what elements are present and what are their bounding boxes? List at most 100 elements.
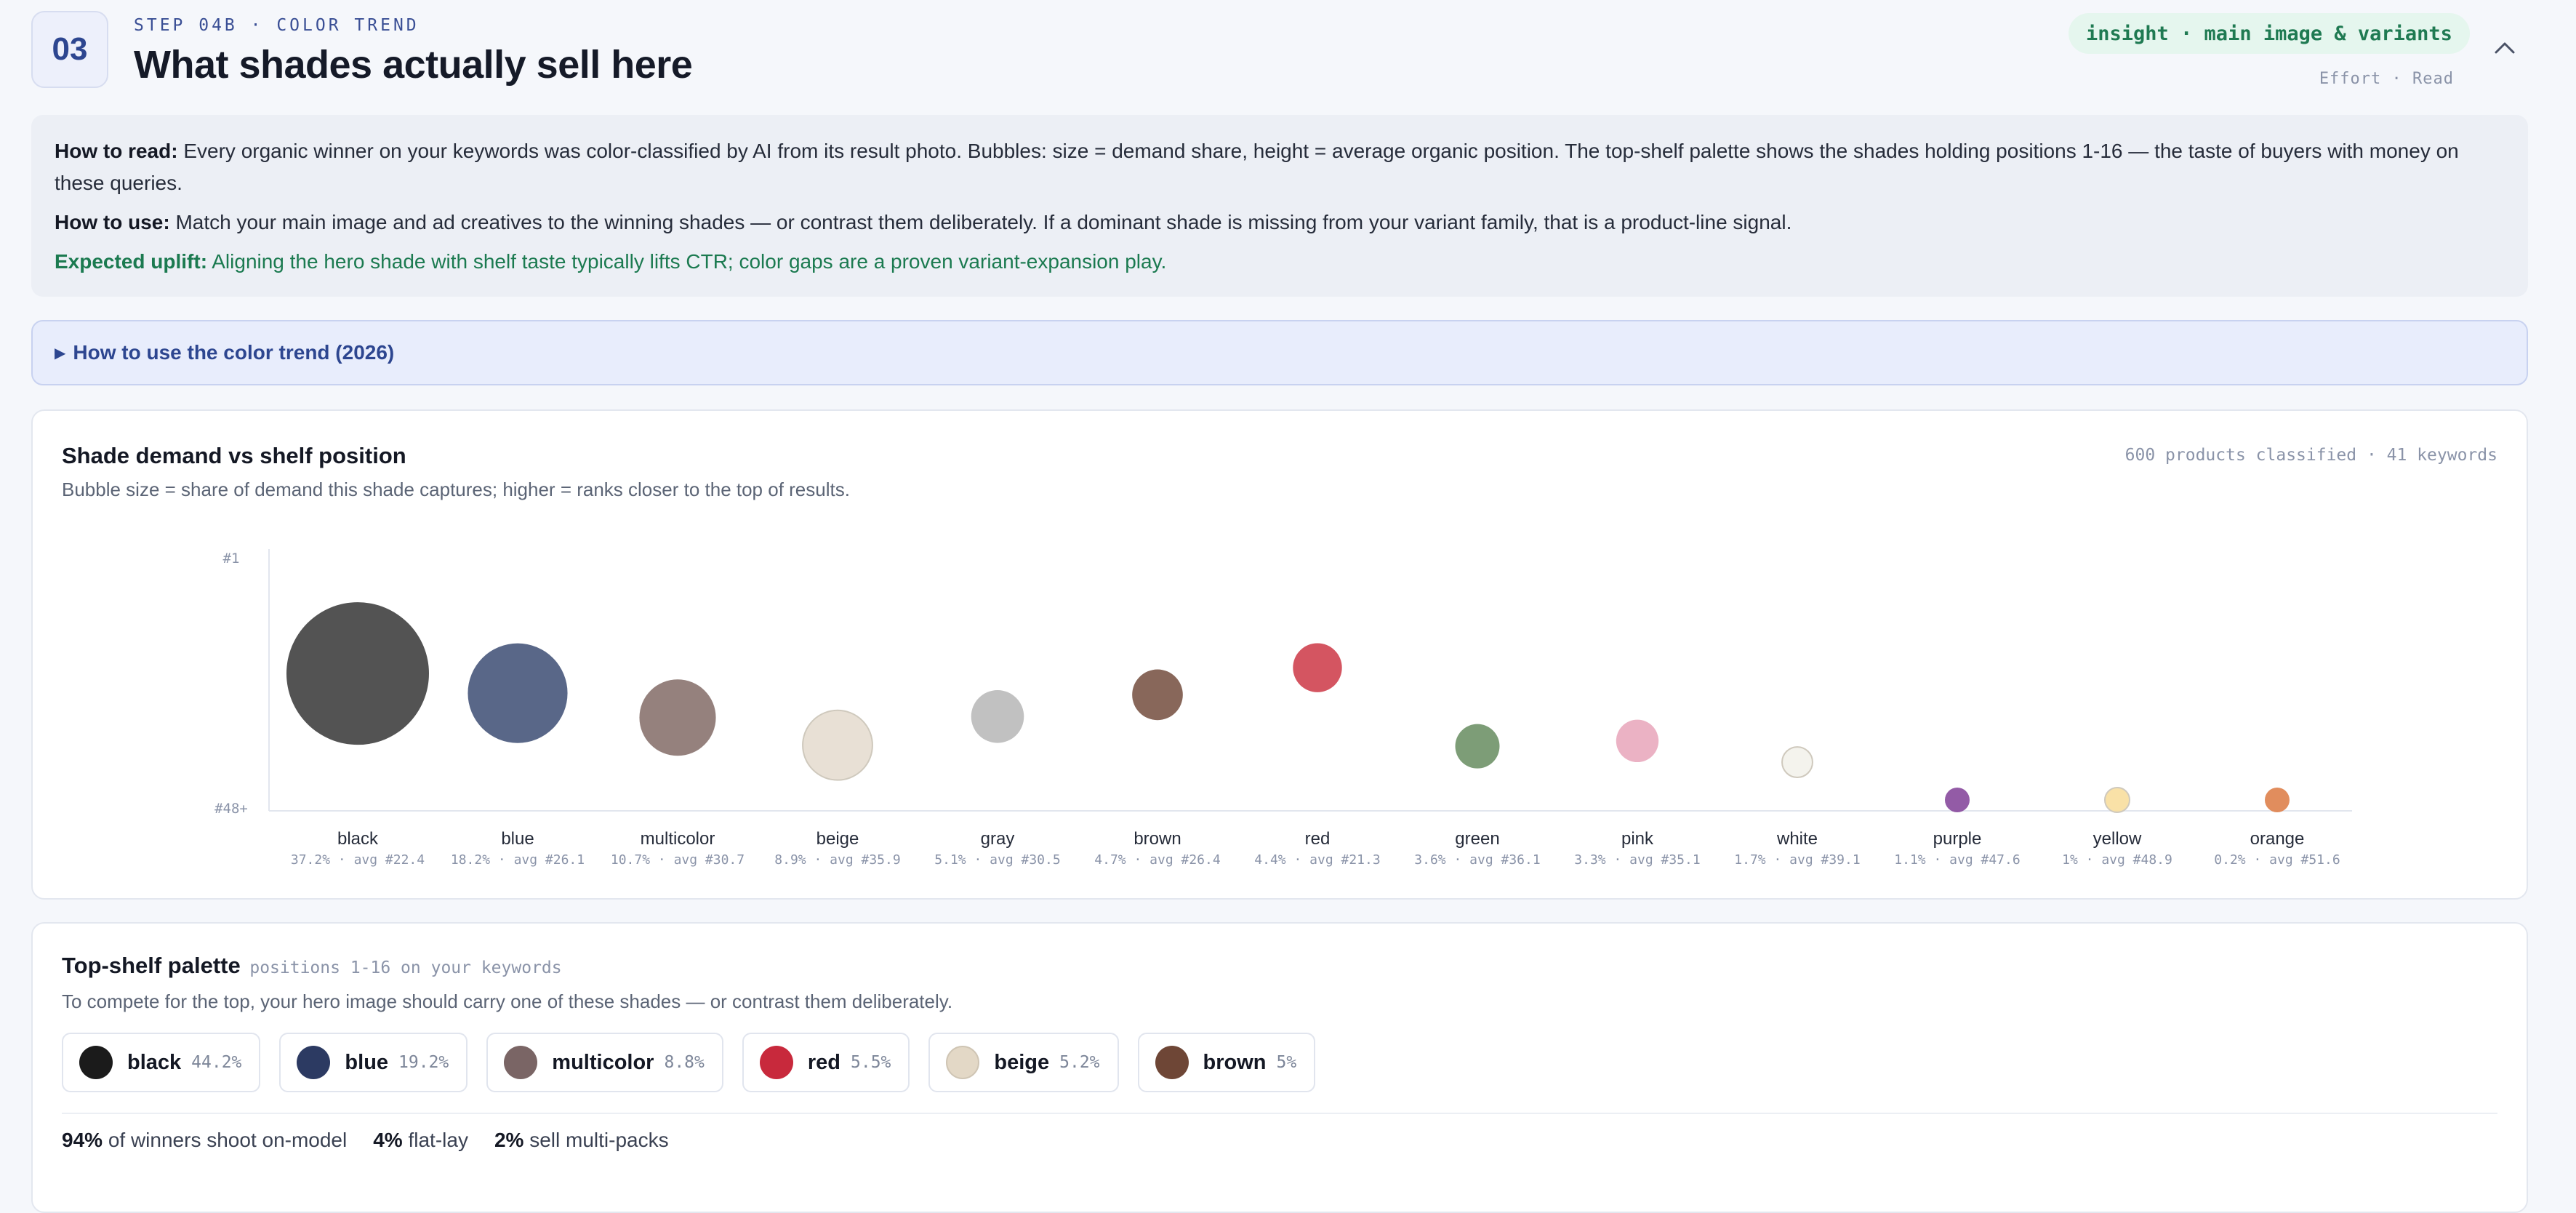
how-to-read: How to read: Every organic winner on you… [55, 135, 2505, 199]
x-tick-label-pink: pink [1621, 829, 1654, 849]
swatch-black [79, 1046, 113, 1079]
stat-value: 94% [62, 1129, 103, 1151]
step-label: STEP 04B · COLOR TREND [134, 16, 420, 35]
chevron-up-icon [2495, 42, 2515, 54]
x-tick-label-red: red [1305, 829, 1331, 849]
chip-name: beige [994, 1050, 1050, 1074]
x-tick-label-gray: gray [981, 829, 1015, 849]
page-title: What shades actually sell here [134, 43, 693, 87]
x-tick-label-green: green [1455, 829, 1499, 849]
shoot-style-stats: 94% of winners shoot on-model 4% flat-la… [62, 1129, 669, 1152]
bubble-beige [802, 709, 873, 781]
palette-title: Top-shelf palette [62, 953, 241, 978]
data-label-green: 3.6% · avg #36.1 [1414, 852, 1540, 868]
chip-pct: 44.2% [191, 1053, 242, 1072]
y-tick-label-bottom: #48+ [214, 801, 248, 817]
x-tick-label-yellow: yellow [2093, 829, 2142, 849]
x-tick-label-blue: blue [501, 829, 534, 849]
data-label-blue: 18.2% · avg #26.1 [451, 852, 585, 868]
palette-divider [62, 1113, 2497, 1114]
step-number-badge: 03 [31, 11, 108, 88]
x-tick-label-black: black [337, 829, 379, 849]
swatch-brown [1155, 1046, 1189, 1079]
data-label-black: 37.2% · avg #22.4 [291, 852, 425, 868]
y-tick-label-top: #1 [223, 551, 240, 567]
palette-chip-black[interactable]: black 44.2% [62, 1033, 261, 1092]
data-label-yellow: 1% · avg #48.9 [2062, 852, 2172, 868]
info-panel: How to read: Every organic winner on you… [31, 115, 2528, 297]
triangle-right-icon: ▶ [55, 345, 66, 361]
data-label-red: 4.4% · avg #21.3 [1254, 852, 1380, 868]
stat-label: flat-lay [408, 1129, 468, 1151]
how-to-use: How to use: Match your main image and ad… [55, 207, 2505, 239]
stat-value: 2% [494, 1129, 524, 1151]
chip-pct: 8.8% [664, 1053, 705, 1072]
swatch-multicolor [504, 1046, 538, 1079]
bubble-brown [1132, 669, 1183, 721]
palette-chip-multicolor[interactable]: multicolor 8.8% [486, 1033, 723, 1092]
stat-value: 4% [373, 1129, 403, 1151]
bubble-white [1781, 746, 1813, 778]
how-to-use-text: Match your main image and ad creatives t… [175, 211, 1792, 233]
chip-name: brown [1203, 1050, 1267, 1074]
x-tick-label-white: white [1776, 829, 1818, 849]
data-label-orange: 0.2% · avg #51.6 [2214, 852, 2340, 868]
palette-chip-blue[interactable]: blue 19.2% [279, 1033, 468, 1092]
x-tick-label-beige: beige [816, 829, 859, 849]
data-label-multicolor: 10.7% · avg #30.7 [611, 852, 745, 868]
palette-chip-beige[interactable]: beige 5.2% [928, 1033, 1119, 1092]
data-label-pink: 3.3% · avg #35.1 [1574, 852, 1700, 868]
x-tick-label-multicolor: multicolor [641, 829, 715, 849]
how-to-read-text: Every organic winner on your keywords wa… [55, 140, 2459, 194]
bubble-gray [971, 690, 1024, 743]
color-trend-howto-toggle[interactable]: ▶ How to use the color trend (2026) [31, 320, 2528, 385]
shade-demand-card: Shade demand vs shelf position Bubble si… [31, 409, 2528, 900]
swatch-red [759, 1046, 793, 1079]
chip-name: red [807, 1050, 840, 1074]
x-tick-label-orange: orange [2250, 829, 2305, 849]
data-label-beige: 8.9% · avg #35.9 [774, 852, 900, 868]
insight-badge: insight · main image & variants [2069, 13, 2470, 54]
expected-uplift-text: Aligning the hero shade with shelf taste… [212, 250, 1167, 273]
bubble-pink [1616, 719, 1659, 763]
chip-name: multicolor [552, 1050, 654, 1074]
stat-label: of winners shoot on-model [108, 1129, 348, 1151]
bubble-orange [2265, 788, 2290, 812]
chip-name: blue [345, 1050, 389, 1074]
palette-chip-red[interactable]: red 5.5% [742, 1033, 910, 1092]
chip-name: black [127, 1050, 182, 1074]
bubble-purple [1945, 788, 1970, 812]
palette-chip-row: black 44.2% blue 19.2% multicolor 8.8% r… [62, 1033, 1316, 1092]
bubble-multicolor [639, 679, 716, 756]
stat-flat-lay: 4% flat-lay [373, 1129, 468, 1152]
data-label-gray: 5.1% · avg #30.5 [934, 852, 1060, 868]
bubble-green [1455, 724, 1500, 769]
effort-label: Effort · Read [2319, 70, 2454, 88]
swatch-beige [946, 1046, 980, 1079]
expected-uplift: Expected uplift: Aligning the hero shade… [55, 246, 2505, 278]
stat-on-model: 94% of winners shoot on-model [62, 1129, 347, 1152]
data-label-brown: 4.7% · avg #26.4 [1094, 852, 1220, 868]
bubble-yellow [2104, 787, 2130, 813]
palette-subtitle: To compete for the top, your hero image … [62, 990, 953, 1012]
bubble-red [1293, 643, 1342, 692]
palette-title-note: positions 1-16 on your keywords [249, 958, 562, 977]
stat-label: sell multi-packs [529, 1129, 669, 1151]
page: 03 STEP 04B · COLOR TREND What shades ac… [0, 0, 2576, 1213]
stat-multi-packs: 2% sell multi-packs [494, 1129, 669, 1152]
collapse-button[interactable] [2487, 29, 2523, 65]
data-label-white: 1.7% · avg #39.1 [1734, 852, 1860, 868]
data-label-purple: 1.1% · avg #47.6 [1894, 852, 2020, 868]
chip-pct: 5% [1276, 1053, 1297, 1072]
top-shelf-palette-card: Top-shelf palette positions 1-16 on your… [31, 922, 2528, 1213]
chip-pct: 5.5% [851, 1053, 891, 1072]
palette-title-row: Top-shelf palette positions 1-16 on your… [62, 953, 562, 979]
howto-label: How to use the color trend (2026) [73, 341, 395, 364]
how-to-use-label: How to use: [55, 211, 170, 233]
x-tick-label-purple: purple [1933, 829, 1982, 849]
palette-chip-brown[interactable]: brown 5% [1137, 1033, 1316, 1092]
bubble-chart: #1 #48+ black 37.2% · avg #22.4 blue 18.2% · … [214, 549, 2352, 868]
chip-pct: 5.2% [1059, 1053, 1100, 1072]
chip-pct: 19.2% [398, 1053, 449, 1072]
expected-uplift-label: Expected uplift: [55, 250, 208, 273]
